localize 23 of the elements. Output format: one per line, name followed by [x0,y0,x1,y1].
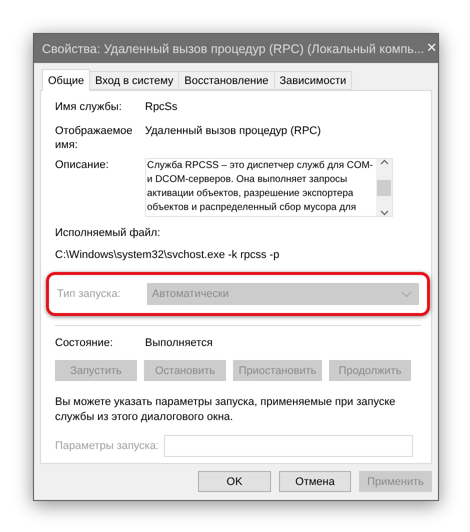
field-label: Тип запуска: [57,287,122,301]
tab[interactable]: Зависимости [274,71,352,90]
tab[interactable]: Восстановление [178,71,275,90]
dialog-button[interactable]: Отмена [279,471,351,492]
display-name: Удаленный вызов процедур (RPC) [145,124,322,138]
dialog-button[interactable]: OK [198,471,271,492]
hint-text: Вы можете указать параметры запуска, применяемые при запуске службы из этого диалогового окна. [55,395,396,425]
field-label: Параметры запуска: [55,439,159,453]
field-label: Отображаемое имя: [55,124,134,152]
field-label: Состояние: [55,336,114,350]
executable-path: C:\Windows\system32\svchost.exe -k rpcss -p [55,248,280,262]
close-button[interactable]: ✕ [424,41,440,56]
service-status: Выполняется [145,336,214,350]
field-label: Имя службы: [55,100,123,114]
field-label: Исполняемый файл: [55,226,162,240]
description-field[interactable]: Служба RPCSS – это диспетчер служб для COM- и DCOM-серверов. Она выполняет запросы активации объектов, разрешение экспортера объектов и распределенный сбор мусора для [145,158,393,217]
tab[interactable]: Общие [42,69,90,91]
tab[interactable]: Вход в систему [89,71,180,90]
scroll-bar[interactable] [376,159,392,216]
chevron-down-icon [401,290,412,298]
service-name: RpcSs [145,100,178,114]
field-label: Описание: [55,158,110,172]
window-title: Свойства: Удаленный вызов процедур (RPC) (Локальный компь... [42,42,424,56]
